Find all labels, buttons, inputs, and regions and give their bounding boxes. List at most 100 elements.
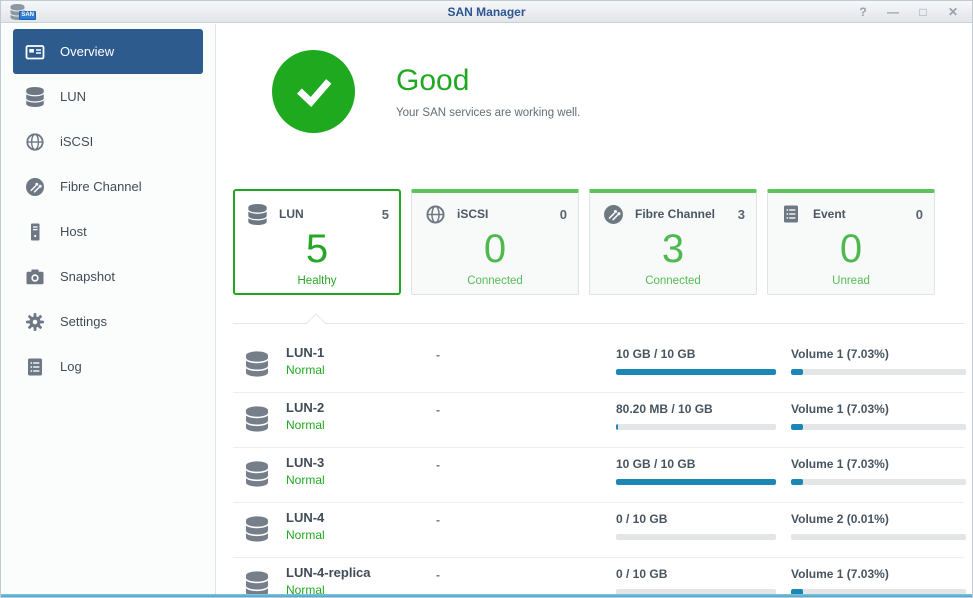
lun-volume-bar bbox=[791, 534, 966, 540]
card-event[interactable]: Event 0 0 Unread bbox=[767, 189, 935, 295]
sidebar-item-snapshot[interactable]: Snapshot bbox=[13, 254, 203, 299]
health-status-hero: Good Your SAN services are working well. bbox=[217, 24, 972, 133]
lun-status: Normal bbox=[286, 528, 325, 542]
card-value: 0 bbox=[779, 229, 923, 269]
lun-status: Normal bbox=[286, 583, 371, 594]
summary-cards: LUN 5 5 Healthy iSCSI 0 0 Connected bbox=[233, 189, 964, 295]
lun-row-2[interactable]: LUN-2 Normal - 80.20 MB / 10 GB Volume 1… bbox=[233, 393, 964, 448]
lun-volume-bar bbox=[791, 424, 966, 430]
section-divider bbox=[233, 323, 964, 324]
overview-panel: Good Your SAN services are working well.… bbox=[217, 24, 972, 594]
lun-row-5[interactable]: LUN-4-replica Normal - 0 / 10 GB Volume … bbox=[233, 558, 964, 594]
lun-target: - bbox=[436, 403, 440, 417]
lun-size-label: 0 / 10 GB bbox=[616, 512, 776, 526]
health-status-subtitle: Your SAN services are working well. bbox=[396, 107, 580, 119]
lun-status: Normal bbox=[286, 418, 325, 432]
sidebar-item-lun[interactable]: LUN bbox=[13, 74, 203, 119]
lun-volume-bar bbox=[791, 479, 966, 485]
card-title: Fibre Channel bbox=[635, 207, 715, 221]
sidebar-item-label: iSCSI bbox=[60, 134, 93, 149]
sidebar-item-overview[interactable]: Overview bbox=[13, 29, 203, 74]
sidebar-item-label: Fibre Channel bbox=[60, 179, 142, 194]
card-value: 5 bbox=[245, 229, 389, 269]
lun-size-bar bbox=[616, 369, 776, 375]
card-count-badge: 0 bbox=[560, 207, 567, 222]
card-status: Unread bbox=[779, 275, 923, 287]
lun-name: LUN-2 bbox=[286, 400, 325, 415]
card-status: Connected bbox=[423, 275, 567, 287]
card-title: LUN bbox=[279, 207, 304, 221]
lun-name: LUN-4-replica bbox=[286, 565, 371, 580]
lun-disk-icon bbox=[246, 571, 268, 594]
help-button[interactable]: ? bbox=[856, 2, 870, 22]
lun-target: - bbox=[436, 513, 440, 527]
sidebar-item-log[interactable]: Log bbox=[13, 344, 203, 389]
health-check-icon bbox=[272, 50, 355, 133]
minimize-button[interactable]: — bbox=[886, 2, 900, 22]
host-server-icon bbox=[23, 221, 47, 243]
sidebar-item-label: Host bbox=[60, 224, 87, 239]
lun-volume-label: Volume 1 (7.03%) bbox=[791, 567, 966, 581]
lun-volume-label: Volume 1 (7.03%) bbox=[791, 347, 966, 361]
card-value: 3 bbox=[601, 229, 745, 269]
close-button[interactable]: ✕ bbox=[946, 2, 960, 22]
selected-card-pointer bbox=[306, 313, 326, 333]
sidebar-item-host[interactable]: Host bbox=[13, 209, 203, 254]
sidebar-item-settings[interactable]: Settings bbox=[13, 299, 203, 344]
snapshot-camera-icon bbox=[23, 266, 47, 288]
sidebar: Overview LUN iSCSI Fibre Channel Host bbox=[1, 24, 216, 594]
lun-size-label: 80.20 MB / 10 GB bbox=[616, 402, 776, 416]
log-icon bbox=[23, 356, 47, 378]
lun-target: - bbox=[436, 568, 440, 582]
overview-icon bbox=[23, 41, 47, 63]
card-count-badge: 5 bbox=[382, 207, 389, 222]
app-badge: SAN bbox=[19, 11, 36, 20]
lun-size-bar bbox=[616, 479, 776, 485]
lun-volume-label: Volume 1 (7.03%) bbox=[791, 402, 966, 416]
card-lun[interactable]: LUN 5 5 Healthy bbox=[233, 189, 401, 295]
card-fibre-channel[interactable]: Fibre Channel 3 3 Connected bbox=[589, 189, 757, 295]
card-iscsi[interactable]: iSCSI 0 0 Connected bbox=[411, 189, 579, 295]
lun-name: LUN-3 bbox=[286, 455, 325, 470]
window-controls: ? — □ ✕ bbox=[856, 2, 960, 22]
lun-volume-label: Volume 1 (7.03%) bbox=[791, 457, 966, 471]
settings-gear-icon bbox=[23, 311, 47, 333]
lun-status: Normal bbox=[286, 363, 325, 377]
lun-size-bar bbox=[616, 424, 776, 430]
fibre-channel-icon bbox=[23, 176, 47, 198]
lun-name: LUN-1 bbox=[286, 345, 325, 360]
event-list-icon bbox=[779, 202, 803, 226]
window-bottom-edge bbox=[1, 594, 972, 597]
lun-disk-icon bbox=[246, 351, 268, 382]
maximize-button[interactable]: □ bbox=[916, 2, 930, 22]
lun-icon bbox=[23, 86, 47, 108]
lun-status: Normal bbox=[286, 473, 325, 487]
sidebar-item-label: LUN bbox=[60, 89, 86, 104]
sidebar-item-fibre-channel[interactable]: Fibre Channel bbox=[13, 164, 203, 209]
card-value: 0 bbox=[423, 229, 567, 269]
lun-row-4[interactable]: LUN-4 Normal - 0 / 10 GB Volume 2 (0.01%… bbox=[233, 503, 964, 558]
lun-size-label: 10 GB / 10 GB bbox=[616, 457, 776, 471]
san-app-icon: SAN bbox=[10, 3, 36, 21]
card-count-badge: 0 bbox=[916, 207, 923, 222]
lun-list: LUN-1 Normal - 10 GB / 10 GB Volume 1 (7… bbox=[233, 338, 964, 594]
card-status: Connected bbox=[601, 275, 745, 287]
health-status-title: Good bbox=[396, 64, 580, 97]
sidebar-item-label: Snapshot bbox=[60, 269, 115, 284]
lun-row-3[interactable]: LUN-3 Normal - 10 GB / 10 GB Volume 1 (7… bbox=[233, 448, 964, 503]
fibre-channel-icon bbox=[601, 202, 625, 226]
lun-size-bar bbox=[616, 534, 776, 540]
lun-icon bbox=[245, 202, 269, 226]
lun-disk-icon bbox=[246, 461, 268, 492]
lun-disk-icon bbox=[246, 516, 268, 547]
lun-row-1[interactable]: LUN-1 Normal - 10 GB / 10 GB Volume 1 (7… bbox=[233, 338, 964, 393]
sidebar-item-label: Overview bbox=[60, 44, 114, 59]
lun-name: LUN-4 bbox=[286, 510, 325, 525]
sidebar-item-label: Log bbox=[60, 359, 82, 374]
sidebar-item-label: Settings bbox=[60, 314, 107, 329]
iscsi-globe-icon bbox=[23, 131, 47, 153]
card-status: Healthy bbox=[245, 275, 389, 287]
titlebar: SAN SAN Manager ? — □ ✕ bbox=[1, 1, 972, 23]
sidebar-item-iscsi[interactable]: iSCSI bbox=[13, 119, 203, 164]
san-manager-window: SAN SAN Manager ? — □ ✕ Overview LUN bbox=[0, 0, 973, 598]
